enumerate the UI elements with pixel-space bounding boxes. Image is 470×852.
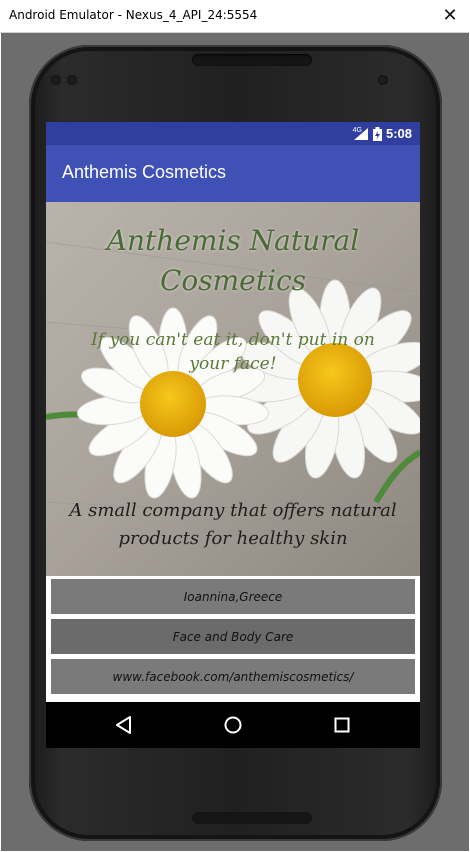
sensor-icon xyxy=(67,75,77,85)
app-title: Anthemis Cosmetics xyxy=(62,162,227,182)
location-button-label: Ioannina,Greece xyxy=(183,589,283,604)
signal-icon xyxy=(354,128,368,140)
battery-icon xyxy=(373,127,382,141)
products-button-label: Face and Body Care xyxy=(172,629,294,644)
hero-heading-line2: Cosmetics xyxy=(159,264,307,297)
location-button[interactable]: Ioannina,Greece xyxy=(49,577,417,616)
close-window-button[interactable]: ✕ xyxy=(440,6,460,26)
recents-icon[interactable] xyxy=(331,714,353,736)
emulator-titlebar: Android Emulator - Nexus_4_API_24:5554 ✕ xyxy=(0,0,470,33)
home-icon[interactable] xyxy=(222,714,244,736)
hero-tagline-line2: your face! xyxy=(189,354,277,374)
products-button[interactable]: Face and Body Care xyxy=(49,617,417,656)
window-title: Android Emulator - Nexus_4_API_24:5554 xyxy=(9,8,258,22)
sensor-icon xyxy=(51,75,61,85)
info-button-group: Ioannina,Greece Face and Body Care www.f… xyxy=(46,576,420,702)
device-screen: 4G 5:08 Anthemis Cosmetics Anthemis Natu… xyxy=(46,122,420,748)
back-icon[interactable] xyxy=(113,714,135,736)
status-time: 5:08 xyxy=(385,126,412,141)
hero-subtitle-line1: A small company that offers natural xyxy=(69,500,397,521)
hero-subtitle-line2: products for healthy skin xyxy=(118,528,348,549)
facebook-link-label: www.facebook.com/anthemiscosmetics/ xyxy=(112,669,354,684)
hero-heading-line1: Anthemis Natural xyxy=(106,224,360,257)
status-bar: 4G 5:08 xyxy=(46,122,420,145)
bottom-speaker xyxy=(192,812,312,824)
facebook-link-button[interactable]: www.facebook.com/anthemiscosmetics/ xyxy=(49,657,417,696)
navigation-bar xyxy=(46,702,420,748)
camera-icon xyxy=(378,75,388,85)
top-speaker xyxy=(192,54,312,66)
hero-tagline-line1: If you can't eat it, don't put in on xyxy=(91,330,375,350)
hero-banner: Anthemis Natural Cosmetics If you can't … xyxy=(46,202,420,576)
app-bar: Anthemis Cosmetics xyxy=(46,145,420,202)
